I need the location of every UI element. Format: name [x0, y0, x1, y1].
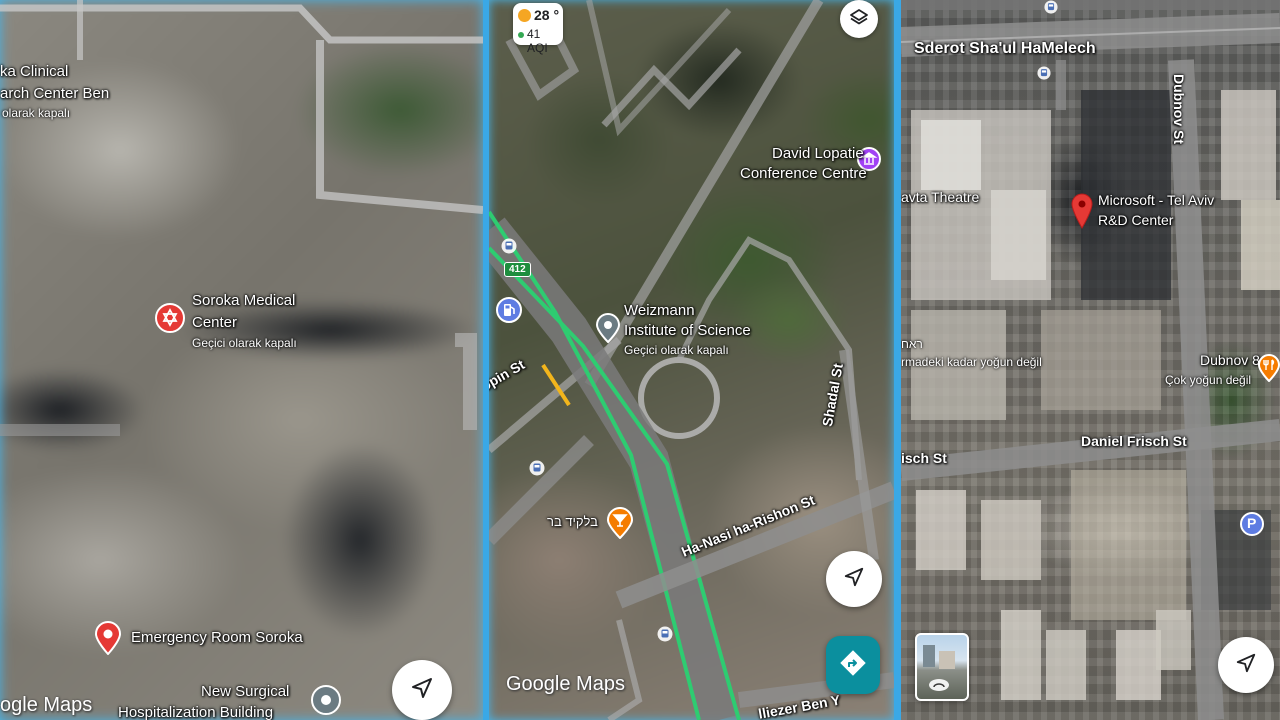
aqi-value: 41 AQI — [527, 27, 548, 55]
street-label-dubnov: Dubnov St — [1171, 74, 1187, 144]
weizmann-status: Geçici olarak kapalı — [624, 343, 729, 357]
emergency-label: Emergency Room Soroka — [131, 629, 303, 646]
map-panel-soroka[interactable]: ka Clinical arch Center Ben olarak kapal… — [0, 0, 483, 720]
parking-letter: P — [1247, 515, 1257, 531]
restaurant-icon[interactable] — [1257, 354, 1280, 387]
navigation-arrow-icon — [843, 566, 865, 593]
road-overlay — [0, 0, 483, 436]
gas-station-icon[interactable] — [496, 297, 522, 328]
map-pin-icon[interactable] — [1071, 193, 1093, 234]
pub-label: בלקיד בר — [547, 514, 598, 529]
weizmann-label-line1: Weizmann — [624, 302, 695, 319]
star-of-david-icon[interactable] — [155, 303, 185, 338]
thumbnail-building — [923, 645, 935, 667]
microsoft-label-line2: R&D Center — [1098, 212, 1174, 228]
dubnov8-label: Dubnov 8 — [1200, 352, 1260, 368]
busy-label-left: rmadeki kadar yoğun değil — [901, 355, 1042, 369]
dubnov8-status: Çok yoğun değil — [1165, 373, 1252, 387]
panel-divider — [894, 0, 901, 720]
bus-icon[interactable] — [657, 626, 673, 647]
parking-icon[interactable]: P — [1240, 512, 1264, 541]
weather-chip[interactable]: 28 ° 41 AQI — [513, 3, 563, 55]
thumbnail-building — [939, 651, 955, 669]
street-label-shaul: Sderot Sha'ul HaMelech — [914, 40, 1096, 57]
bus-icon[interactable] — [1044, 0, 1058, 19]
clinical-status: olarak kapalı — [2, 106, 71, 120]
lopatie-label-line1: David Lopatie — [772, 145, 864, 162]
microsoft-label-line1: Microsoft - Tel Aviv — [1098, 192, 1215, 208]
place-pin-icon[interactable] — [595, 313, 621, 348]
surgical-label-line1: New Surgical — [201, 683, 290, 700]
google-maps-watermark: ogle Maps — [0, 694, 93, 716]
street-view-thumbnail[interactable] — [915, 633, 969, 701]
layers-icon — [849, 7, 869, 32]
hebrew-label: ראח — [901, 337, 923, 351]
google-maps-watermark: Google Maps — [506, 673, 625, 695]
map-pin-icon[interactable] — [93, 621, 123, 660]
lopatie-label-line2: Conference Centre — [740, 165, 867, 182]
directions-button[interactable] — [826, 636, 880, 694]
street-view-icon — [929, 679, 949, 691]
street-label-frisch-left: isch St — [901, 450, 947, 466]
bus-icon[interactable] — [501, 238, 517, 259]
navigation-arrow-icon — [1235, 652, 1257, 679]
theatre-label: avta Theatre — [901, 189, 980, 205]
clinical-label-line2: arch Center Ben — [0, 85, 110, 102]
street-label-daniel: Daniel Frisch St — [1081, 433, 1187, 449]
bus-icon[interactable] — [1037, 66, 1051, 85]
map-collage: ka Clinical arch Center Ben olarak kapal… — [0, 0, 1280, 720]
my-location-button[interactable] — [826, 551, 882, 607]
road-overlay — [489, 0, 894, 720]
weizmann-label-line2: Institute of Science — [624, 322, 751, 339]
navigation-arrow-icon — [410, 676, 434, 705]
bus-icon[interactable] — [529, 460, 545, 481]
directions-icon — [839, 649, 867, 682]
layers-button[interactable] — [840, 0, 878, 38]
highway-shield: 412 — [504, 262, 531, 277]
clinical-label-line1: ka Clinical — [0, 63, 69, 80]
soroka-label-line2: Center — [192, 314, 238, 331]
place-pin-icon[interactable] — [311, 685, 341, 720]
temperature: 28 ° — [534, 7, 560, 23]
surgical-label-line2: Hospitalization Building — [118, 704, 274, 720]
my-location-button[interactable] — [1218, 637, 1274, 693]
soroka-status: Geçici olarak kapalı — [192, 336, 297, 350]
cocktail-icon[interactable] — [606, 507, 634, 544]
map-panel-tel-aviv[interactable]: Sderot Sha'ul HaMelech Dubnov St Daniel … — [901, 0, 1280, 720]
soroka-label-line1: Soroka Medical — [192, 292, 296, 309]
map-panel-weizmann[interactable]: opin St Shadal St Ha-Nasi ha-Rishon St l… — [489, 0, 894, 720]
sun-icon — [518, 9, 531, 22]
aqi-dot — [518, 32, 524, 38]
my-location-button[interactable] — [392, 660, 452, 720]
